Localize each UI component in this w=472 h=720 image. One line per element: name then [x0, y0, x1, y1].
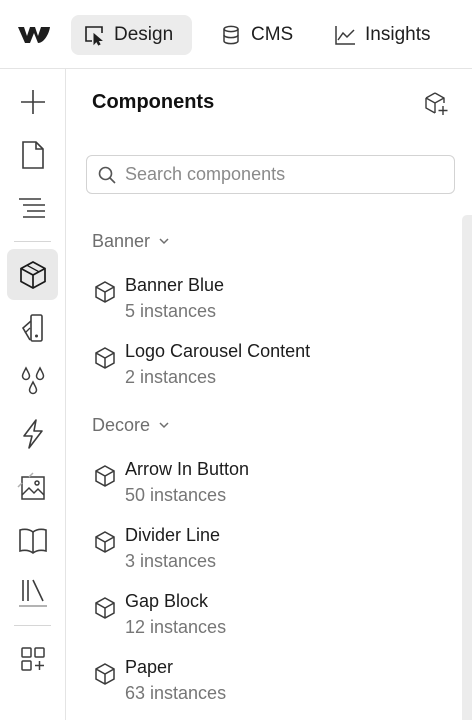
assets-button[interactable] [7, 461, 58, 512]
scrollbar[interactable] [462, 215, 472, 720]
page-icon [21, 140, 44, 169]
panel-title: Components [92, 91, 215, 113]
left-rail [0, 69, 66, 720]
component-name: Divider Line [125, 525, 221, 545]
component-cube-icon [19, 260, 46, 289]
component-cube-icon [95, 531, 115, 553]
component-cube-icon [95, 347, 115, 369]
add-component-button[interactable] [424, 91, 450, 117]
variables-drops-icon [21, 365, 44, 394]
chart-line-icon [335, 26, 355, 45]
library-button[interactable] [7, 514, 58, 565]
top-bar: Design CMS Insights [0, 0, 472, 69]
variables-button[interactable] [7, 355, 58, 406]
component-instances: 3 instances [125, 551, 217, 571]
search-icon [98, 166, 116, 184]
app-window: Design CMS Insights Components Search co… [0, 0, 472, 720]
component-cube-icon [95, 663, 115, 685]
tab-cms-label: CMS [251, 24, 294, 45]
component-name: Logo Carousel Content [125, 341, 311, 361]
components-panel: Components Banner Bann [66, 69, 472, 720]
component-item[interactable]: Arrow In Button 50 instances [92, 459, 422, 515]
search-box[interactable] [86, 155, 455, 194]
component-name: Banner Blue [125, 275, 225, 295]
navigator-button[interactable] [7, 182, 58, 233]
component-item[interactable]: Paper 63 instances [92, 657, 422, 713]
component-name: Paper [125, 657, 174, 677]
chevron-down-icon [159, 422, 169, 429]
component-item[interactable]: Logo Carousel Content 2 instances [92, 341, 422, 397]
add-component-icon [425, 92, 448, 115]
component-cube-icon [95, 597, 115, 619]
interactions-button[interactable] [7, 408, 58, 459]
component-instances: 63 instances [125, 683, 227, 703]
component-name: Gap Block [125, 591, 209, 611]
component-instances: 2 instances [125, 367, 217, 387]
components-button[interactable] [7, 249, 58, 300]
tab-cms[interactable]: CMS [208, 15, 305, 55]
rail-divider [14, 241, 51, 242]
search-input[interactable] [125, 164, 454, 185]
pages-button[interactable] [7, 129, 58, 180]
apps-button[interactable] [7, 633, 58, 684]
style-swatch-icon [21, 313, 43, 342]
rail-divider [14, 625, 51, 626]
component-item[interactable]: Gap Block 12 instances [92, 591, 422, 647]
tab-insights-label: Insights [365, 24, 431, 45]
component-item[interactable]: Divider Line 3 instances [92, 525, 422, 581]
add-elements-button[interactable] [7, 76, 58, 127]
group-name: Decore [92, 414, 151, 435]
tab-design[interactable]: Design [71, 15, 192, 55]
stack-lines-icon [18, 579, 47, 607]
assets-image-icon [16, 471, 45, 500]
tab-design-label: Design [114, 24, 174, 45]
component-instances: 5 instances [125, 301, 217, 321]
tab-insights[interactable]: Insights [322, 15, 442, 55]
component-name: Arrow In Button [125, 459, 250, 479]
plus-icon [20, 89, 45, 114]
group-header-banner[interactable]: Banner [92, 229, 170, 253]
navigator-icon [18, 197, 45, 218]
group-name: Banner [92, 230, 151, 251]
component-instances: 50 instances [125, 485, 227, 505]
style-selectors-button[interactable] [7, 302, 58, 353]
webflow-logo[interactable] [16, 24, 52, 46]
chevron-down-icon [159, 238, 169, 245]
library-book-icon [18, 528, 47, 554]
group-header-decore[interactable]: Decore [92, 413, 170, 437]
stack-button[interactable] [7, 567, 58, 618]
component-item[interactable]: Banner Blue 5 instances [92, 275, 422, 331]
component-cube-icon [95, 465, 115, 487]
interactions-bolt-icon [22, 418, 43, 449]
component-instances: 12 instances [125, 617, 227, 637]
cursor-frame-icon [85, 26, 103, 46]
database-icon [223, 25, 239, 45]
component-cube-icon [95, 281, 115, 303]
apps-grid-icon [20, 646, 45, 671]
